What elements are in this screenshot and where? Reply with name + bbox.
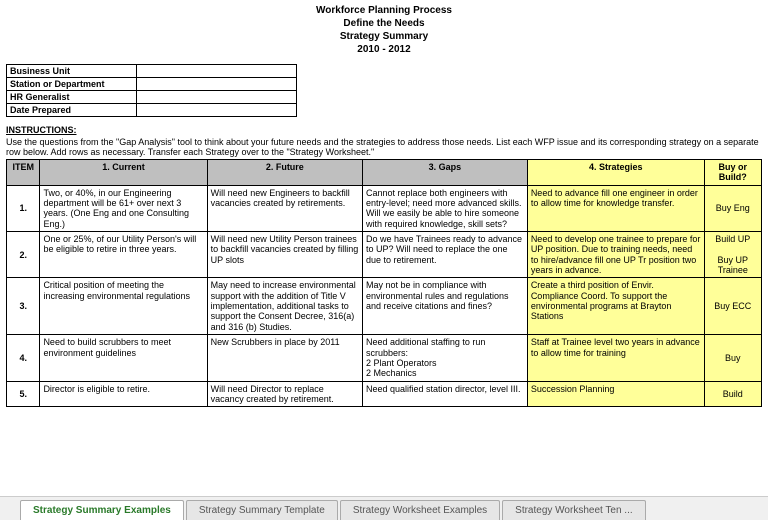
grid-row[interactable]: 3.Critical position of meeting the incre…: [7, 278, 762, 335]
instructions: INSTRUCTIONS:: [6, 125, 762, 135]
cell-current[interactable]: Critical position of meeting the increas…: [40, 278, 207, 335]
col-gaps: 3. Gaps: [362, 160, 527, 186]
sheet-tab[interactable]: Strategy Summary Examples: [20, 500, 184, 520]
title-line-3: Strategy Summary: [6, 30, 762, 43]
cell-buy-build[interactable]: Build: [704, 381, 761, 407]
meta-label: Station or Department: [7, 78, 137, 91]
title-line-1: Workforce Planning Process: [6, 4, 762, 17]
instructions-label: INSTRUCTIONS:: [6, 125, 77, 135]
sheet-tabs: Strategy Summary ExamplesStrategy Summar…: [0, 496, 768, 520]
cell-strategies[interactable]: Need to advance fill one engineer in ord…: [527, 185, 704, 231]
grid-row[interactable]: 4.Need to build scrubbers to meet enviro…: [7, 335, 762, 381]
cell-gaps[interactable]: Need additional staffing to run scrubber…: [362, 335, 527, 381]
cell-current[interactable]: Need to build scrubbers to meet environm…: [40, 335, 207, 381]
meta-value[interactable]: [137, 91, 297, 104]
cell-item[interactable]: 2.: [7, 232, 40, 278]
grid-header-row: ITEM 1. Current 2. Future 3. Gaps 4. Str…: [7, 160, 762, 186]
cell-future[interactable]: Will need Director to replace vacancy cr…: [207, 381, 362, 407]
instructions-text: Use the questions from the "Gap Analysis…: [6, 137, 762, 157]
grid-row[interactable]: 2.One or 25%, of our Utility Person's wi…: [7, 232, 762, 278]
cell-item[interactable]: 3.: [7, 278, 40, 335]
col-item: ITEM: [7, 160, 40, 186]
cell-future[interactable]: May need to increase environmental suppo…: [207, 278, 362, 335]
meta-row: Date Prepared: [7, 104, 297, 117]
cell-item[interactable]: 4.: [7, 335, 40, 381]
cell-future[interactable]: New Scrubbers in place by 2011: [207, 335, 362, 381]
meta-value[interactable]: [137, 65, 297, 78]
meta-row: Business Unit: [7, 65, 297, 78]
cell-buy-build[interactable]: Build UPBuy UP Trainee: [704, 232, 761, 278]
cell-gaps[interactable]: May not be in compliance with environmen…: [362, 278, 527, 335]
grid-row[interactable]: 1.Two, or 40%, in our Engineering depart…: [7, 185, 762, 231]
cell-current[interactable]: One or 25%, of our Utility Person's will…: [40, 232, 207, 278]
sheet-tab[interactable]: Strategy Worksheet Ten ...: [502, 500, 645, 520]
meta-value[interactable]: [137, 104, 297, 117]
sheet-tab[interactable]: Strategy Summary Template: [186, 500, 338, 520]
title-line-2: Define the Needs: [6, 17, 762, 30]
cell-future[interactable]: Will need new Engineers to backfill vaca…: [207, 185, 362, 231]
cell-buy-build[interactable]: Buy ECC: [704, 278, 761, 335]
cell-buy-build[interactable]: Buy: [704, 335, 761, 381]
cell-current[interactable]: Two, or 40%, in our Engineering departme…: [40, 185, 207, 231]
meta-label: HR Generalist: [7, 91, 137, 104]
worksheet-area: Workforce Planning Process Define the Ne…: [0, 0, 768, 457]
col-strategies: 4. Strategies: [527, 160, 704, 186]
cell-strategies[interactable]: Staff at Trainee level two years in adva…: [527, 335, 704, 381]
meta-value[interactable]: [137, 78, 297, 91]
title-block: Workforce Planning Process Define the Ne…: [6, 4, 762, 56]
title-line-4: 2010 - 2012: [6, 43, 762, 56]
meta-row: HR Generalist: [7, 91, 297, 104]
cell-gaps[interactable]: Need qualified station director, level I…: [362, 381, 527, 407]
cell-strategies[interactable]: Succession Planning: [527, 381, 704, 407]
meta-label: Date Prepared: [7, 104, 137, 117]
meta-table: Business Unit Station or Department HR G…: [6, 64, 297, 117]
meta-row: Station or Department: [7, 78, 297, 91]
col-future: 2. Future: [207, 160, 362, 186]
meta-label: Business Unit: [7, 65, 137, 78]
col-buy-build: Buy or Build?: [704, 160, 761, 186]
cell-current[interactable]: Director is eligible to retire.: [40, 381, 207, 407]
cell-strategies[interactable]: Need to develop one trainee to prepare f…: [527, 232, 704, 278]
strategy-grid[interactable]: ITEM 1. Current 2. Future 3. Gaps 4. Str…: [6, 159, 762, 407]
sheet-tab[interactable]: Strategy Worksheet Examples: [340, 500, 500, 520]
col-current: 1. Current: [40, 160, 207, 186]
cell-gaps[interactable]: Do we have Trainees ready to advance to …: [362, 232, 527, 278]
grid-row[interactable]: 5.Director is eligible to retire.Will ne…: [7, 381, 762, 407]
cell-future[interactable]: Will need new Utility Person trainees to…: [207, 232, 362, 278]
cell-strategies[interactable]: Create a third position of Envir. Compli…: [527, 278, 704, 335]
cell-gaps[interactable]: Cannot replace both engineers with entry…: [362, 185, 527, 231]
cell-buy-build[interactable]: Buy Eng: [704, 185, 761, 231]
cell-item[interactable]: 1.: [7, 185, 40, 231]
cell-item[interactable]: 5.: [7, 381, 40, 407]
